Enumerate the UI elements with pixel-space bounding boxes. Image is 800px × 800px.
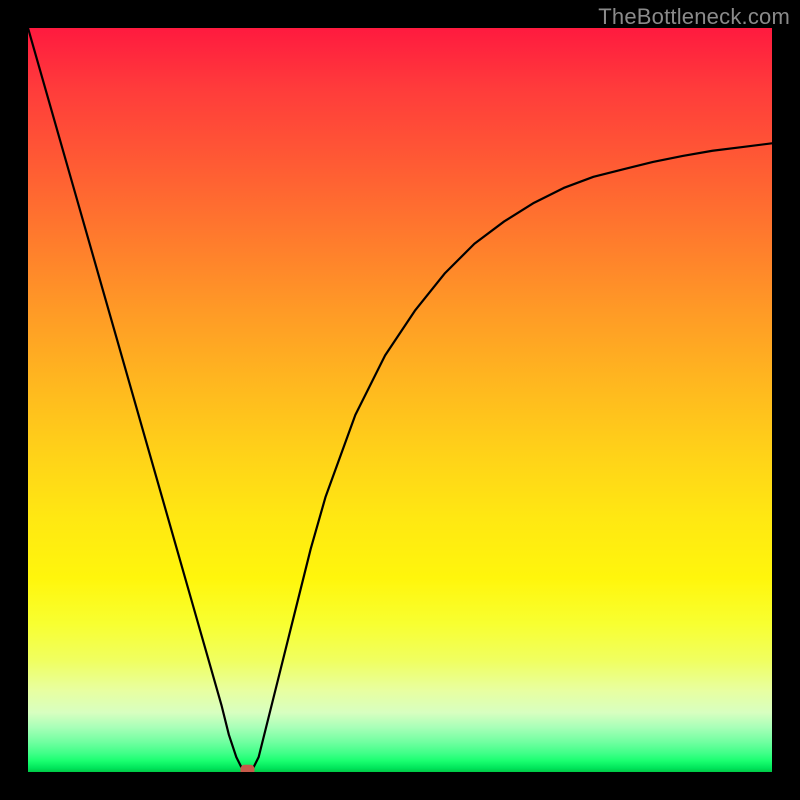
chart-frame: TheBottleneck.com bbox=[0, 0, 800, 800]
optimal-point-marker bbox=[240, 765, 254, 772]
curve-layer bbox=[28, 28, 772, 772]
watermark-text: TheBottleneck.com bbox=[598, 4, 790, 30]
plot-area bbox=[28, 28, 772, 772]
bottleneck-curve bbox=[28, 28, 772, 772]
